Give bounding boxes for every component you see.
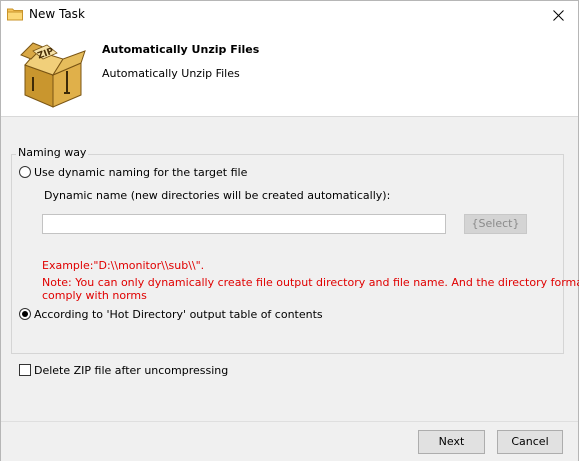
note-line-2: comply with norms [42, 289, 147, 302]
close-button[interactable] [538, 1, 578, 30]
wizard-header: ZIP Automatically Unzip Files Automatica… [1, 30, 578, 116]
delete-zip-checkbox[interactable] [19, 364, 31, 376]
title-bar: New Task [1, 1, 578, 30]
window-title: New Task [29, 7, 85, 21]
close-icon [552, 10, 564, 21]
dynamic-name-input[interactable] [42, 214, 446, 234]
naming-way-group [11, 154, 564, 354]
cancel-button[interactable]: Cancel [497, 430, 563, 454]
next-button[interactable]: Next [418, 430, 485, 454]
naming-way-legend: Naming way [16, 146, 89, 159]
dynamic-naming-radio[interactable] [19, 166, 31, 178]
delete-zip-label[interactable]: Delete ZIP file after uncompressing [34, 364, 228, 377]
dynamic-naming-label[interactable]: Use dynamic naming for the target file [34, 166, 247, 179]
folder-icon [7, 8, 23, 21]
note-line-1: Note: You can only dynamically create fi… [42, 276, 579, 289]
header-title: Automatically Unzip Files [102, 43, 260, 56]
new-task-window: New Task ZIP Automatically Unzip Files A… [0, 0, 579, 461]
zip-box-icon: ZIP [20, 42, 86, 108]
header-subtitle: Automatically Unzip Files [102, 67, 240, 80]
dynamic-name-label: Dynamic name (new directories will be cr… [44, 189, 391, 202]
select-button[interactable]: {Select} [464, 214, 527, 234]
hot-directory-label[interactable]: According to 'Hot Directory' output tabl… [34, 308, 323, 321]
wizard-footer: Next Cancel [1, 421, 578, 461]
example-text: Example:"D:\\monitor\\sub\\". [42, 259, 205, 272]
options-panel: Naming way Use dynamic naming for the ta… [1, 116, 579, 422]
hot-directory-radio[interactable] [19, 308, 31, 320]
